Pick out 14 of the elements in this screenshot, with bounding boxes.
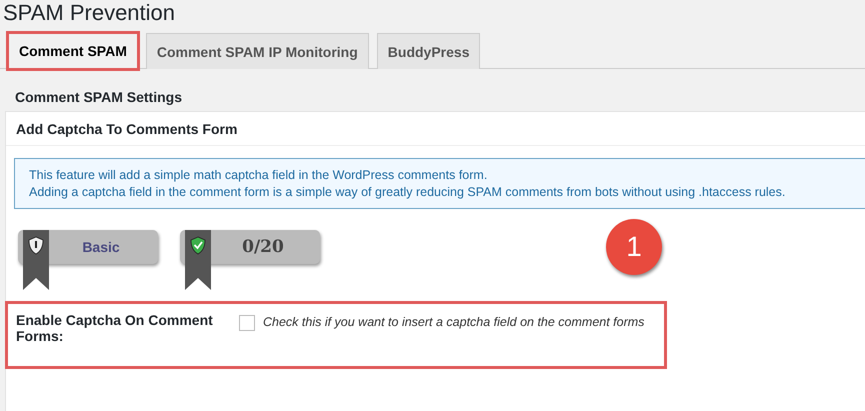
warning-shield-ribbon-icon: [23, 230, 49, 290]
card-title: Add Captcha To Comments Form: [6, 112, 865, 146]
section-title: Comment SPAM Settings: [14, 88, 183, 107]
tab[interactable]: Comment SPAM IP Monitoring: [146, 33, 369, 69]
setting-label: Enable Captcha On Comment Forms:: [16, 312, 214, 344]
info-text: Adding a captcha field in the comment form is a simple way of greatly reducing SPAM comments from bots without using .htaccess rules.: [29, 185, 786, 199]
tab[interactable]: BuddyPress: [376, 33, 480, 69]
callout-number: 1: [606, 219, 662, 275]
tab[interactable]: Comment SPAM: [8, 33, 138, 69]
checkbox[interactable]: [239, 315, 255, 331]
check-shield-ribbon-icon: [185, 230, 211, 290]
page-title: SPAM Prevention: [2, 0, 176, 27]
info-text: This feature will add a simple math captcha field in the WordPress comments form.: [29, 168, 488, 182]
setting-description: Check this if you want to insert a captcha field on the comment forms: [263, 315, 644, 329]
